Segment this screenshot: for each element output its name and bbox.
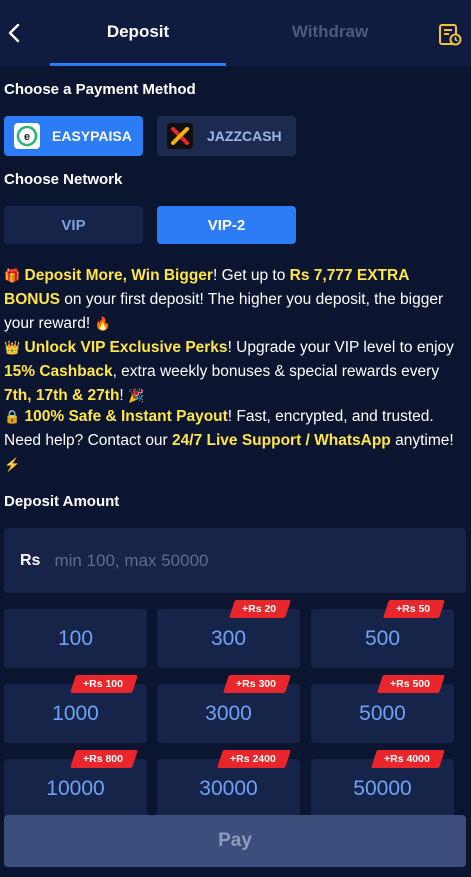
bonus-badge: +Rs 800 xyxy=(70,750,138,768)
amount-field: Rs xyxy=(4,528,466,593)
top-bar: Deposit Withdraw xyxy=(0,0,471,66)
amount-chip-3000[interactable]: +Rs 300 3000 xyxy=(157,675,300,743)
amount-chip-1000[interactable]: +Rs 100 1000 xyxy=(4,675,147,743)
amount-chip-5000[interactable]: +Rs 500 5000 xyxy=(311,675,454,743)
bonus-badge: +Rs 2400 xyxy=(217,750,291,768)
network-vip-button[interactable]: VIP xyxy=(4,206,143,244)
tab-deposit[interactable]: Deposit xyxy=(58,22,218,42)
pay-button[interactable]: Pay xyxy=(4,815,466,867)
lock-icon: 🔒 xyxy=(4,409,21,424)
amount-chip-10000[interactable]: +Rs 800 10000 xyxy=(4,750,147,818)
amount-chip-500[interactable]: +Rs 50 500 xyxy=(311,600,454,668)
crown-icon: 👑 xyxy=(4,340,21,355)
active-tab-indicator xyxy=(50,63,226,66)
amount-chip-30000[interactable]: +Rs 2400 30000 xyxy=(157,750,300,818)
amount-input[interactable] xyxy=(54,550,415,571)
bonus-badge: +Rs 100 xyxy=(70,675,138,693)
easypaisa-label: EASYPAISA xyxy=(52,128,132,144)
jazzcash-label: JAZZCASH xyxy=(207,128,282,144)
bonus-badge: +Rs 300 xyxy=(223,675,291,693)
currency-prefix: Rs xyxy=(20,551,41,569)
deposit-amount-title: Deposit Amount xyxy=(4,493,120,510)
promo-paragraph-2: 👑 Unlock VIP Exclusive Perks! Upgrade yo… xyxy=(4,339,454,404)
svg-text:e: e xyxy=(24,131,30,143)
jazzcash-logo-icon xyxy=(167,123,193,149)
party-icon: 🎉 xyxy=(128,388,145,403)
payment-method-title: Choose a Payment Method xyxy=(4,81,196,98)
amount-chip-50000[interactable]: +Rs 4000 50000 xyxy=(311,750,454,818)
lightning-icon: ⚡ xyxy=(4,457,21,472)
promo-paragraph-1: 🎁 Deposit More, Win Bigger! Get up to Rs… xyxy=(4,267,444,332)
bonus-badge: +Rs 20 xyxy=(228,600,291,618)
easypaisa-button[interactable]: e EASYPAISA xyxy=(4,116,143,156)
amount-chip-300[interactable]: +Rs 20 300 xyxy=(157,600,300,668)
bonus-badge: +Rs 500 xyxy=(377,675,445,693)
bonus-badge: +Rs 50 xyxy=(382,600,445,618)
amount-chip-100[interactable]: 100 xyxy=(4,609,147,668)
jazzcash-button[interactable]: JAZZCASH xyxy=(157,116,296,156)
fire-icon: 🔥 xyxy=(94,316,111,331)
bonus-badge: +Rs 4000 xyxy=(371,750,445,768)
tab-withdraw[interactable]: Withdraw xyxy=(250,22,410,42)
network-title: Choose Network xyxy=(4,171,123,188)
promo-paragraph-3: 🔒 100% Safe & Instant Payout! Fast, encr… xyxy=(4,408,454,472)
back-arrow-icon[interactable] xyxy=(4,20,26,46)
network-vip2-button[interactable]: VIP-2 xyxy=(157,206,296,244)
history-icon[interactable] xyxy=(437,21,463,47)
gift-icon: 🎁 xyxy=(4,268,21,283)
easypaisa-logo-icon: e xyxy=(14,123,40,149)
